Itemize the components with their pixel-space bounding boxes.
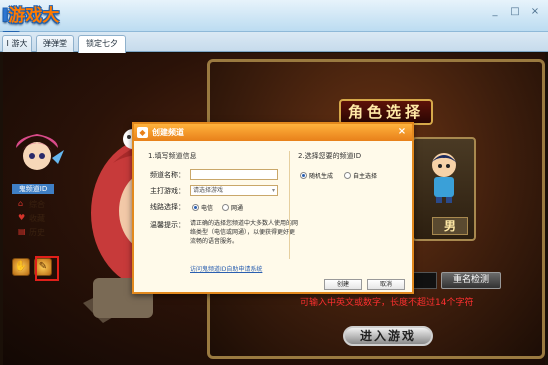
window-controls: _ □ × [488, 6, 542, 18]
divider [289, 151, 290, 259]
tip-text: 请正确的选择您频道中大多数人使用的网络类型（电信或网通），以便获得更好更流畅的语… [190, 220, 299, 245]
tab-ddt[interactable]: 弹弹堂 [36, 35, 74, 52]
radio-dot-icon [300, 172, 307, 179]
id-self-service-link[interactable]: 访问鬼频道ID自助申请系统 [190, 264, 262, 273]
channel-icon: ◆ [137, 127, 148, 138]
name-hint-text: 可输入中英文或数字，长度不超过14个字符 [300, 298, 474, 308]
section-channel-info: 1.填写频道信息 [148, 152, 197, 160]
line-select-label: 线路选择： [150, 203, 185, 211]
radio-dot-icon [192, 204, 199, 211]
radio-label: 网通 [231, 205, 244, 212]
minimize-icon[interactable]: _ [488, 6, 502, 18]
close-icon[interactable]: × [528, 6, 542, 18]
user-avatar[interactable] [10, 128, 64, 182]
heart-icon: ♥ [18, 213, 26, 222]
radio-dot-icon [222, 204, 229, 211]
tip-label: 温馨提示： [150, 221, 185, 229]
title-bar: I游戏大厅 _ □ × [0, 0, 548, 51]
maximize-icon[interactable]: □ [508, 6, 522, 18]
sidebar-item-history[interactable]: ▤ 历史 [18, 226, 45, 238]
character-name-input[interactable] [411, 272, 437, 289]
sidebar-item-general[interactable]: ⌂ 综合 [18, 198, 45, 210]
create-button[interactable]: 创建 [324, 279, 362, 290]
sidebar-user-label: 鬼频道ID [12, 184, 54, 194]
dialog-body: 1.填写频道信息 2.选择您要的频道ID 频道名称： 主打游戏： 请选择游戏 ▾… [134, 141, 412, 292]
home-icon: ⌂ [18, 199, 24, 208]
sidebar-item-label: 综合 [29, 199, 45, 209]
radio-label: 随机生成 [309, 173, 334, 180]
chevron-down-icon: ▾ [271, 187, 275, 194]
enter-game-button[interactable]: 进入游戏 [343, 326, 433, 346]
doc-icon: ▤ [18, 227, 26, 236]
name-check-button[interactable]: 重名检测 [441, 272, 501, 289]
tab-bar: I 游大厅 弹弹堂 锁定七夕 [0, 32, 548, 63]
radio-telecom[interactable]: 电信 [192, 203, 213, 212]
character-avatar-icon [431, 153, 457, 203]
tab-lobby[interactable]: I 游大厅 [2, 35, 32, 63]
close-icon[interactable]: × [396, 126, 408, 138]
sidebar-item-favorites[interactable]: ♥ 收藏 [18, 212, 45, 224]
app-logo: I游戏大厅 [2, 6, 60, 51]
sidebar-item-label: 历史 [29, 227, 45, 237]
main-game-label: 主打游戏： [150, 187, 185, 195]
gender-label[interactable]: 男 [432, 217, 468, 235]
dialog-title: 创建频道 [152, 128, 184, 137]
main-game-value: 请选择游戏 [193, 187, 224, 194]
channel-name-label: 频道名称： [150, 171, 185, 179]
section-channel-id: 2.选择您要的频道ID [298, 152, 362, 160]
main-game-select[interactable]: 请选择游戏 ▾ [190, 185, 278, 196]
dialog-title-bar: ◆ 创建频道 × [134, 124, 412, 141]
radio-label: 自主选择 [353, 173, 378, 180]
character-card[interactable]: 男 [412, 137, 476, 241]
tab-qixi[interactable]: 锁定七夕 [78, 35, 126, 53]
hand-icon[interactable]: ✋ [12, 258, 30, 276]
channel-name-input[interactable] [190, 169, 278, 180]
cancel-button[interactable]: 取消 [367, 279, 405, 290]
radio-dot-icon [344, 172, 351, 179]
radio-random-id[interactable]: 随机生成 [300, 171, 333, 180]
radio-label: 电信 [201, 205, 214, 212]
create-channel-dialog: ◆ 创建频道 × 1.填写频道信息 2.选择您要的频道ID 频道名称： 主打游戏… [132, 122, 414, 294]
radio-custom-id[interactable]: 自主选择 [344, 171, 377, 180]
sidebar-item-label: 收藏 [29, 213, 45, 223]
highlight-box [35, 256, 59, 281]
radio-netcom[interactable]: 网通 [222, 203, 243, 212]
